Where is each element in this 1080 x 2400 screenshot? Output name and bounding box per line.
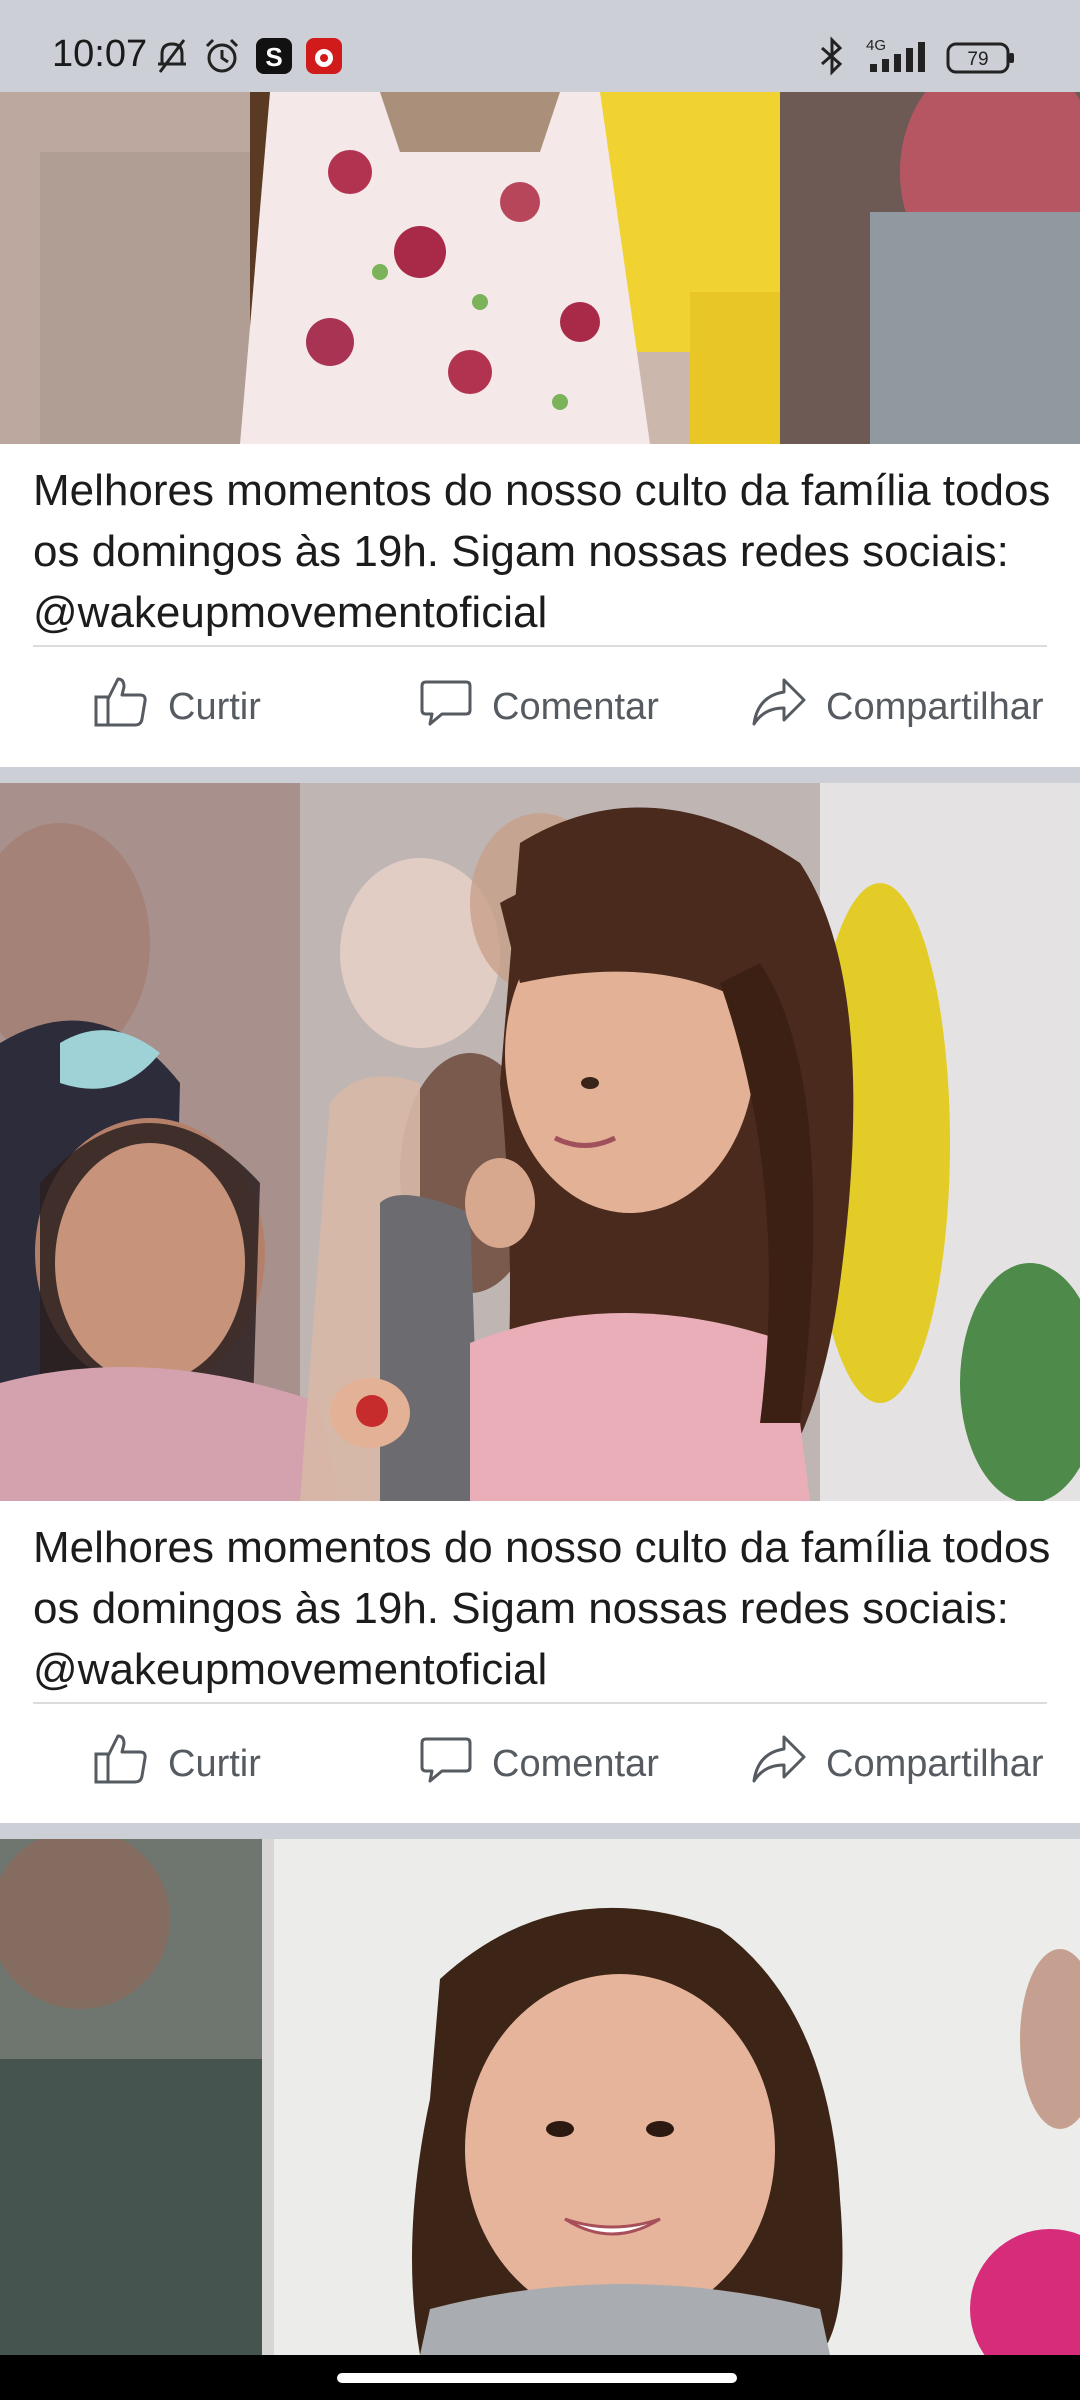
thumbs-up-icon bbox=[92, 1730, 168, 1798]
divider bbox=[33, 645, 1047, 647]
divider bbox=[33, 1702, 1047, 1704]
battery-icon: 79 bbox=[946, 42, 1016, 79]
post-actions: Curtir Comentar Compartilhar bbox=[0, 652, 1080, 762]
status-bar: 10:07 S 4G 79 bbox=[0, 0, 1080, 92]
share-label: Compartilhar bbox=[826, 685, 1044, 728]
post-actions: Curtir Comentar Compartilhar bbox=[0, 1709, 1080, 1819]
svg-text:S: S bbox=[265, 42, 282, 72]
post-card: Melhores momentos do nosso culto da famí… bbox=[0, 783, 1080, 1823]
status-time: 10:07 bbox=[52, 33, 148, 75]
svg-text:79: 79 bbox=[967, 49, 988, 70]
post-card bbox=[0, 1839, 1080, 2355]
like-label: Curtir bbox=[168, 685, 261, 728]
share-button[interactable]: Compartilhar bbox=[750, 1709, 1044, 1819]
like-label: Curtir bbox=[168, 1742, 261, 1785]
home-indicator[interactable] bbox=[337, 2373, 737, 2383]
comment-button[interactable]: Comentar bbox=[418, 1709, 659, 1819]
s-app-icon: S bbox=[254, 36, 294, 81]
bluetooth-icon bbox=[814, 36, 850, 81]
share-icon bbox=[750, 1731, 826, 1797]
post-photo[interactable] bbox=[0, 92, 1080, 444]
thumbs-up-icon bbox=[92, 673, 168, 741]
post-photo[interactable] bbox=[0, 1839, 1080, 2355]
signal-icon: 4G bbox=[860, 34, 940, 81]
like-button[interactable]: Curtir bbox=[92, 1709, 261, 1819]
post-photo[interactable] bbox=[0, 783, 1080, 1501]
share-icon bbox=[750, 674, 826, 740]
post-card: Melhores momentos do nosso culto da famí… bbox=[0, 92, 1080, 767]
post-caption: Melhores momentos do nosso culto da famí… bbox=[33, 466, 1051, 637]
alarm-icon bbox=[202, 36, 242, 81]
svg-text:4G: 4G bbox=[866, 37, 886, 54]
share-label: Compartilhar bbox=[826, 1742, 1044, 1785]
red-app-icon bbox=[304, 36, 344, 81]
comment-label: Comentar bbox=[492, 685, 659, 728]
like-button[interactable]: Curtir bbox=[92, 652, 261, 762]
comment-label: Comentar bbox=[492, 1742, 659, 1785]
mute-bell-icon bbox=[152, 36, 192, 81]
comment-icon bbox=[418, 1731, 492, 1797]
post-separator bbox=[0, 1823, 1080, 1839]
post-separator bbox=[0, 767, 1080, 783]
comment-button[interactable]: Comentar bbox=[418, 652, 659, 762]
post-caption: Melhores momentos do nosso culto da famí… bbox=[33, 1523, 1051, 1694]
share-button[interactable]: Compartilhar bbox=[750, 652, 1044, 762]
comment-icon bbox=[418, 674, 492, 740]
